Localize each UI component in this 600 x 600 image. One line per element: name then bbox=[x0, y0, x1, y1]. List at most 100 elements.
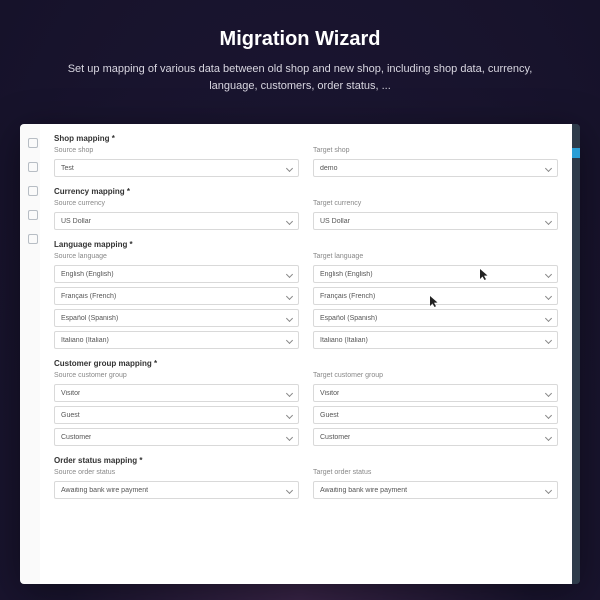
section-rows: Source order status Awaiting bank wire pa… bbox=[54, 469, 558, 499]
target-column: Français (French) bbox=[313, 287, 558, 305]
target-label: Target language bbox=[313, 253, 558, 262]
target-select[interactable]: Customer bbox=[313, 428, 558, 446]
chevron-down-icon bbox=[546, 390, 552, 396]
select-value: Guest bbox=[61, 412, 80, 419]
select-value: English (English) bbox=[320, 271, 373, 278]
target-select[interactable]: Awaiting bank wire payment bbox=[313, 481, 558, 499]
chevron-down-icon bbox=[546, 165, 552, 171]
mapping-panel: Shop mapping *Source shopTestTarget shop… bbox=[40, 124, 572, 584]
source-column: Español (Spanish) bbox=[54, 309, 299, 327]
chevron-down-icon bbox=[546, 293, 552, 299]
chevron-down-icon bbox=[287, 218, 293, 224]
source-select[interactable]: Guest bbox=[54, 406, 299, 424]
chevron-down-icon bbox=[287, 293, 293, 299]
mapping-row: Source customer groupVisitorTarget custo… bbox=[54, 372, 558, 402]
source-column: Italiano (Italian) bbox=[54, 331, 299, 349]
source-column: Français (French) bbox=[54, 287, 299, 305]
source-label: Source language bbox=[54, 253, 299, 262]
chevron-down-icon bbox=[546, 337, 552, 343]
mapping-row: Source order status Awaiting bank wire pa… bbox=[54, 469, 558, 499]
target-column: Target currencyUS Dollar bbox=[313, 200, 558, 230]
select-value: US Dollar bbox=[320, 218, 350, 225]
source-select[interactable]: Français (French) bbox=[54, 287, 299, 305]
chevron-down-icon bbox=[287, 412, 293, 418]
select-value: Français (French) bbox=[61, 293, 116, 300]
select-value: Guest bbox=[320, 412, 339, 419]
select-value: Visitor bbox=[320, 390, 339, 397]
select-value: Test bbox=[61, 165, 74, 172]
mapping-section: Customer group mapping * Source customer … bbox=[54, 359, 558, 446]
screenshot-frame: Shop mapping *Source shopTestTarget shop… bbox=[20, 124, 580, 584]
source-label: Source shop bbox=[54, 147, 299, 156]
target-column: Español (Spanish) bbox=[313, 309, 558, 327]
chevron-down-icon bbox=[546, 434, 552, 440]
select-value: US Dollar bbox=[61, 218, 91, 225]
source-column: Source currencyUS Dollar bbox=[54, 200, 299, 230]
mapping-row: Español (Spanish) Español (Spanish) bbox=[54, 309, 558, 327]
target-column: Target language English (English) bbox=[313, 253, 558, 283]
chevron-down-icon bbox=[287, 315, 293, 321]
select-value: Awaiting bank wire payment bbox=[320, 487, 407, 494]
select-value: Italiano (Italian) bbox=[320, 337, 368, 344]
target-select[interactable]: Français (French) bbox=[313, 287, 558, 305]
target-column: Target shop demo bbox=[313, 147, 558, 177]
chevron-down-icon bbox=[287, 271, 293, 277]
chevron-down-icon bbox=[287, 434, 293, 440]
source-select[interactable]: Customer bbox=[54, 428, 299, 446]
select-value: Italiano (Italian) bbox=[61, 337, 109, 344]
chevron-down-icon bbox=[546, 315, 552, 321]
page-subtitle: Set up mapping of various data between o… bbox=[65, 61, 535, 94]
sidebar-icon bbox=[28, 138, 38, 148]
select-value: Awaiting bank wire payment bbox=[61, 487, 148, 494]
target-column: Customer bbox=[313, 428, 558, 446]
mapping-section: Shop mapping *Source shopTestTarget shop… bbox=[54, 134, 558, 177]
source-select[interactable]: Visitor bbox=[54, 384, 299, 402]
mapping-row: Source currencyUS Dollar Target currencyU… bbox=[54, 200, 558, 230]
section-rows: Source shop Test Target shop demo bbox=[54, 147, 558, 177]
chevron-down-icon bbox=[287, 487, 293, 493]
select-value: demo bbox=[320, 165, 338, 172]
target-select[interactable]: Guest bbox=[313, 406, 558, 424]
sidebar-icon bbox=[28, 234, 38, 244]
source-column: Source order status Awaiting bank wire pa… bbox=[54, 469, 299, 499]
source-select[interactable]: Italiano (Italian) bbox=[54, 331, 299, 349]
source-column: Source shop Test bbox=[54, 147, 299, 177]
chevron-down-icon bbox=[546, 218, 552, 224]
target-label: Target order status bbox=[313, 469, 558, 478]
sidebar-icon bbox=[28, 186, 38, 196]
chevron-down-icon bbox=[546, 412, 552, 418]
target-select[interactable]: Italiano (Italian) bbox=[313, 331, 558, 349]
source-select[interactable]: US Dollar bbox=[54, 212, 299, 230]
mapping-section: Currency mapping * Source currencyUS Doll… bbox=[54, 187, 558, 230]
section-rows: Source languageEnglish (English)Target l… bbox=[54, 253, 558, 349]
chevron-down-icon bbox=[546, 487, 552, 493]
source-select[interactable]: Español (Spanish) bbox=[54, 309, 299, 327]
section-rows: Source currencyUS Dollar Target currencyU… bbox=[54, 200, 558, 230]
target-select[interactable]: Visitor bbox=[313, 384, 558, 402]
mapping-row: Source shop Test Target shop demo bbox=[54, 147, 558, 177]
source-label: Source order status bbox=[54, 469, 299, 478]
mapping-row: Customer Customer bbox=[54, 428, 558, 446]
source-column: Customer bbox=[54, 428, 299, 446]
target-select[interactable]: US Dollar bbox=[313, 212, 558, 230]
source-select[interactable]: Test bbox=[54, 159, 299, 177]
select-value: Customer bbox=[61, 434, 91, 441]
section-title: Currency mapping * bbox=[54, 187, 558, 196]
target-column: Guest bbox=[313, 406, 558, 424]
target-select[interactable]: English (English) bbox=[313, 265, 558, 283]
section-title: Customer group mapping * bbox=[54, 359, 558, 368]
mapping-section: Order status mapping *Source order statu… bbox=[54, 456, 558, 499]
chevron-down-icon bbox=[287, 165, 293, 171]
chevron-down-icon bbox=[546, 271, 552, 277]
target-label: Target shop bbox=[313, 147, 558, 156]
target-label: Target customer group bbox=[313, 372, 558, 381]
source-select[interactable]: Awaiting bank wire payment bbox=[54, 481, 299, 499]
target-column: Target customer group Visitor bbox=[313, 372, 558, 402]
mapping-row: Français (French) Français (French) bbox=[54, 287, 558, 305]
section-title: Language mapping * bbox=[54, 240, 558, 249]
target-select[interactable]: demo bbox=[313, 159, 558, 177]
target-select[interactable]: Español (Spanish) bbox=[313, 309, 558, 327]
chevron-down-icon bbox=[287, 337, 293, 343]
source-select[interactable]: English (English) bbox=[54, 265, 299, 283]
section-rows: Source customer groupVisitorTarget custo… bbox=[54, 372, 558, 446]
